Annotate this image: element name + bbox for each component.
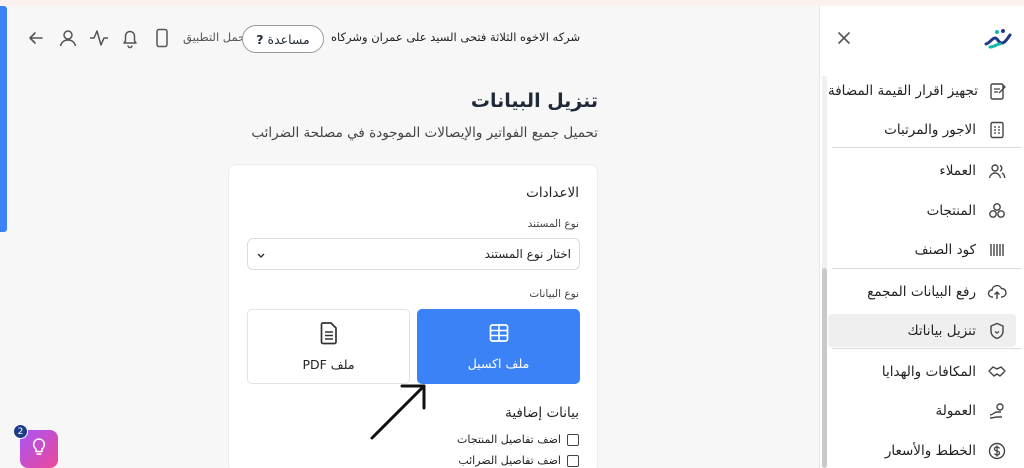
bell-icon[interactable] — [119, 27, 141, 49]
sidebar-item-rewards[interactable]: المكافات والهدايا — [828, 355, 1016, 388]
pdf-label: ملف PDF — [302, 357, 355, 372]
handshake-icon — [986, 361, 1008, 383]
commission-icon — [986, 400, 1008, 422]
back-arrow-icon[interactable] — [25, 27, 47, 49]
company-name: شركه الاخوه الثلاثة فتحى السيد على عمران… — [331, 30, 581, 44]
doc-type-value: اختار نوع المستند — [484, 247, 571, 261]
barcode-icon — [986, 239, 1008, 261]
sidebar-divider — [832, 147, 1022, 148]
sidebar-item-label: العمولة — [935, 402, 976, 419]
sidebar-item-products[interactable]: المنتجات — [828, 194, 1016, 227]
notification-badge: 2 — [13, 424, 28, 439]
brand-logo — [983, 26, 1013, 52]
sidebar-item-plans-pricing[interactable]: الخطط والأسعار — [828, 434, 1016, 467]
chevron-down-icon — [256, 245, 266, 264]
form-icon — [988, 80, 1008, 102]
page-title: تنزيل البيانات — [470, 90, 598, 112]
pointer-arrow-annotation — [368, 378, 432, 442]
doc-type-label: نوع المستند — [527, 218, 579, 230]
shield-icon — [986, 320, 1008, 342]
user-icon[interactable] — [57, 27, 79, 49]
table-grid-icon — [488, 322, 510, 348]
sidebar-item-bulk-upload[interactable]: رفع البيانات المجمع — [828, 275, 1016, 308]
sidebar-item-label: العملاء — [939, 162, 976, 179]
pdf-file-option[interactable]: ملف PDF — [247, 309, 410, 384]
cloud-upload-icon — [986, 281, 1008, 303]
checkbox[interactable] — [567, 433, 579, 446]
excel-file-option[interactable]: ملف اكسيل — [417, 309, 580, 384]
top-header: حمل التطبيق مساعدة ? شركه الاخوه الثلاثة… — [7, 6, 818, 70]
boxes-icon — [986, 200, 1008, 222]
sidebar-item-label: المكافات والهدايا — [881, 363, 976, 380]
sidebar-item-payroll[interactable]: الاجور والمرتبات — [828, 113, 1016, 146]
lightbulb-icon — [30, 437, 48, 461]
mobile-phone-icon[interactable] — [151, 27, 173, 49]
sidebar-item-label: الخطط والأسعار — [884, 442, 976, 459]
sidebar-item-label: تجهيز اقرار القيمة المضافة — [827, 82, 978, 99]
users-icon — [986, 160, 1008, 182]
sidebar-item-download-data[interactable]: تنزيل بياناتك — [828, 314, 1016, 347]
sidebar-divider — [832, 348, 1022, 349]
checkbox-tax-details[interactable]: اضف تفاصيل الضرائب — [458, 454, 579, 467]
checkbox-label: اضف تفاصيل المنتجات — [457, 433, 561, 446]
sidebar-item-label: رفع البيانات المجمع — [867, 283, 976, 300]
checkbox[interactable] — [567, 454, 579, 467]
sidebar-item-label: المنتجات — [926, 202, 976, 219]
help-button[interactable]: مساعدة ? — [242, 25, 324, 53]
app-download-link[interactable]: حمل التطبيق — [183, 30, 245, 44]
sidebar-item-label: تنزيل بياناتك — [907, 322, 976, 339]
sidebar-item-label: كود الصنف — [914, 241, 976, 258]
checkbox-label: اضف تفاصيل الضرائب — [458, 454, 561, 467]
sidebar-scrollbar-thumb[interactable] — [822, 268, 827, 468]
sidebar-header — [820, 6, 1024, 72]
sidebar-item-label: الاجور والمرتبات — [884, 121, 976, 138]
sidebar-divider — [832, 268, 1022, 269]
help-label: مساعدة — [267, 31, 310, 47]
page-subtitle: تحميل جميع الفواتير والإيصالات الموجودة … — [251, 125, 598, 141]
doc-type-select[interactable]: اختار نوع المستند — [247, 238, 580, 270]
checkbox-product-details[interactable]: اضف تفاصيل المنتجات — [457, 433, 579, 446]
sidebar-item-commission[interactable]: العمولة — [828, 394, 1016, 427]
sidebar-item-item-code[interactable]: كود الصنف — [828, 233, 1016, 266]
extra-data-title: بيانات إضافية — [505, 405, 579, 421]
sidebar-item-vat-return[interactable]: تجهيز اقرار القيمة المضافة — [828, 74, 1016, 107]
close-icon[interactable] — [834, 28, 854, 48]
activity-icon[interactable] — [88, 27, 110, 49]
document-icon — [318, 321, 340, 349]
sidebar: تجهيز اقرار القيمة المضافة الاجور والمرت… — [819, 6, 1024, 468]
settings-title: الاعدادات — [526, 185, 579, 201]
excel-label: ملف اكسيل — [467, 356, 530, 371]
data-type-label: نوع البيانات — [529, 288, 579, 300]
payroll-icon — [986, 119, 1008, 141]
sidebar-item-customers[interactable]: العملاء — [828, 154, 1016, 187]
dollar-icon — [986, 440, 1008, 462]
scroll-indicator-left — [0, 6, 7, 232]
question-mark-icon: ? — [256, 31, 264, 47]
